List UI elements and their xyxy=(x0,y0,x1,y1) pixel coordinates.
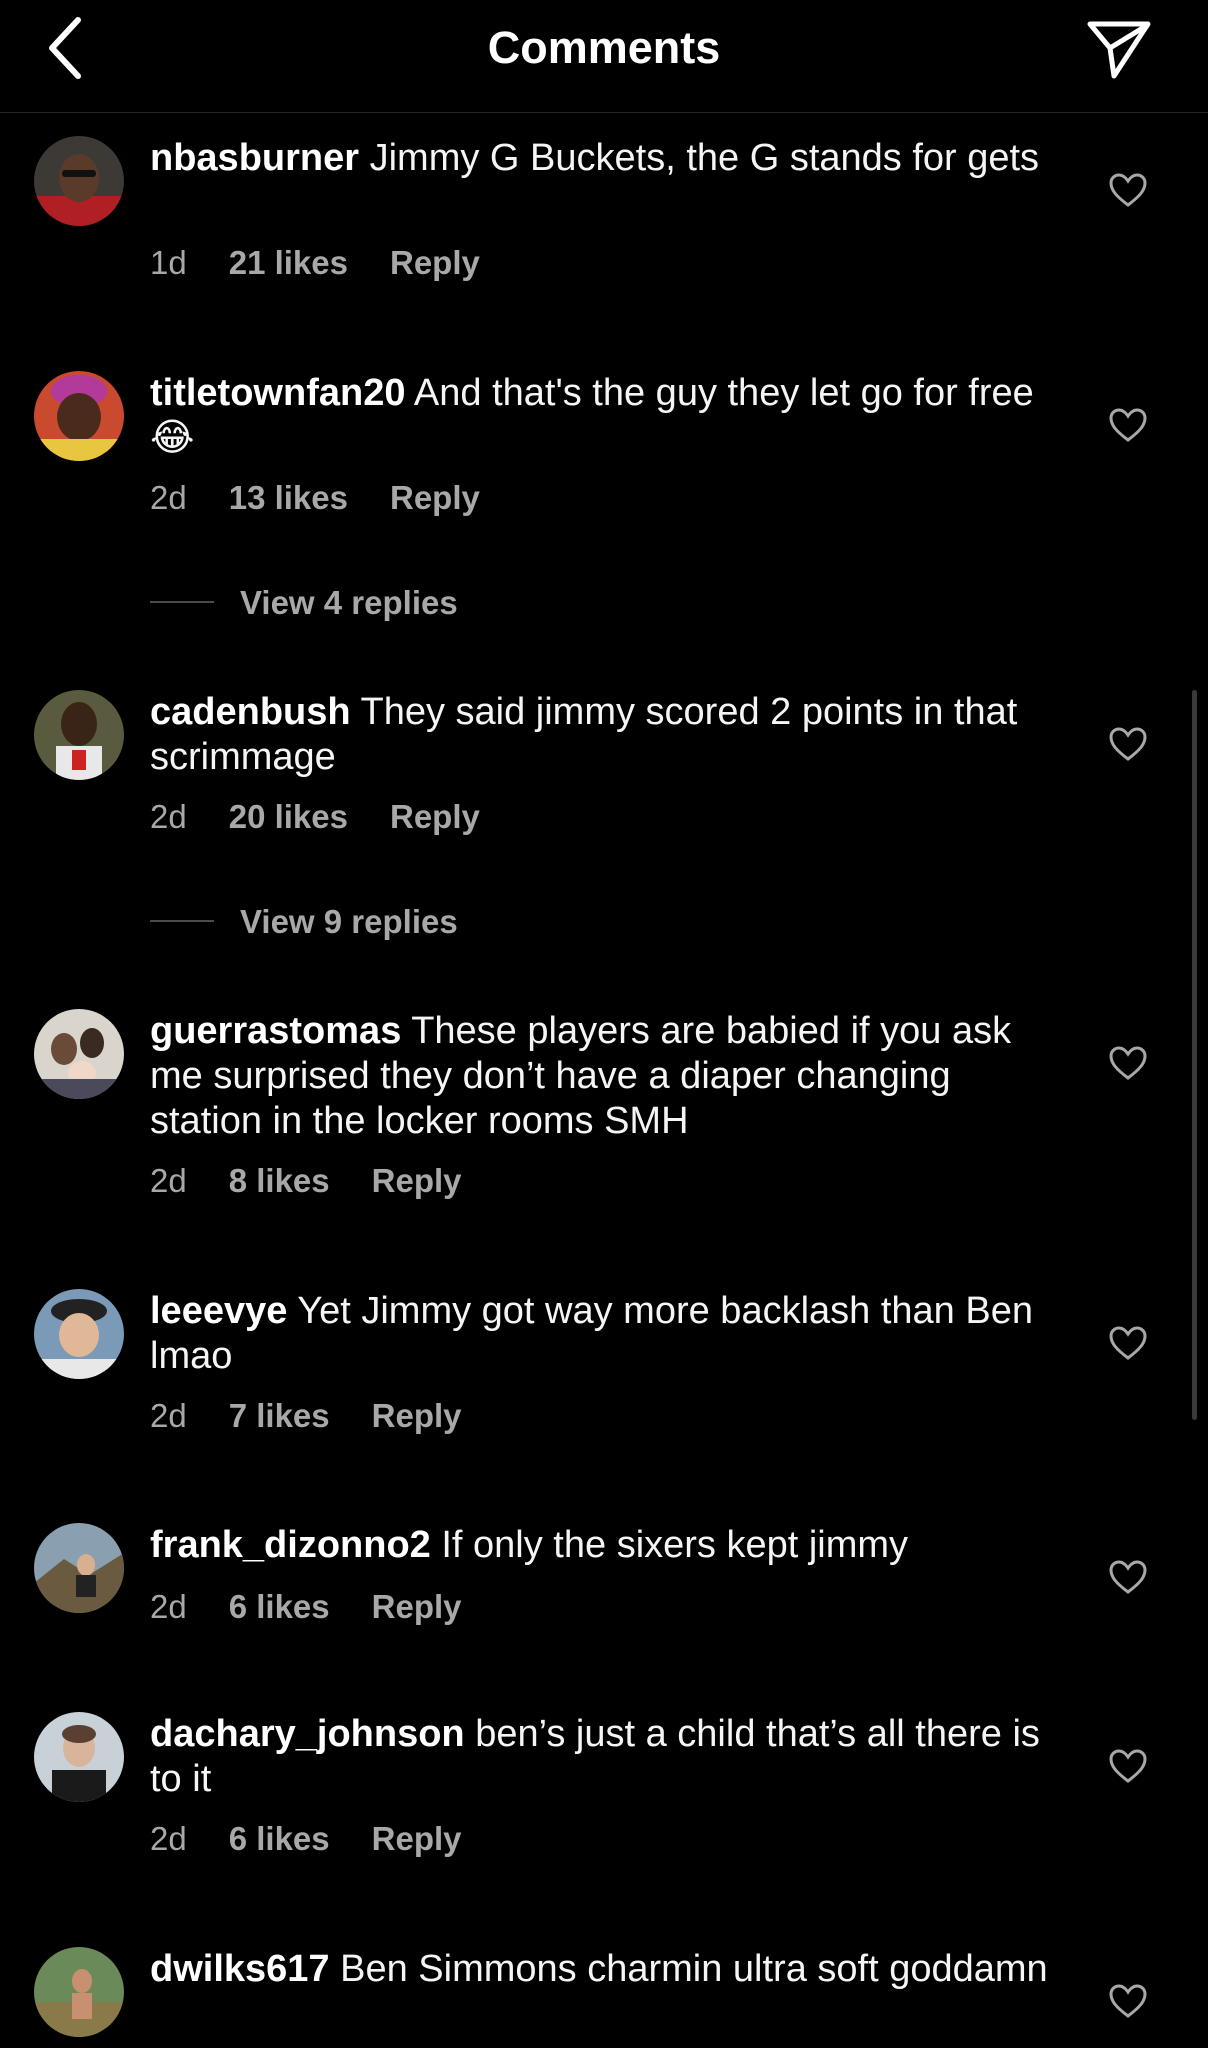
comment-likes[interactable]: 8 likes xyxy=(229,1162,330,1199)
comment-meta: 2d 7 likes Reply xyxy=(150,1397,504,1435)
avatar-image xyxy=(34,690,124,780)
comment-likes[interactable]: 13 likes xyxy=(229,479,348,516)
comment-username[interactable]: nbasburner xyxy=(150,137,359,179)
comment-time: 2d xyxy=(150,1588,187,1625)
comment-meta: 2d 20 likes Reply xyxy=(150,798,522,836)
view-replies-button[interactable]: View 9 replies xyxy=(150,903,458,941)
comment-username[interactable]: guerrastomas xyxy=(150,1010,401,1052)
heart-icon[interactable] xyxy=(1108,726,1148,762)
comment-text: Ben Simmons charmin ultra soft goddamn xyxy=(329,1948,1048,1990)
avatar[interactable] xyxy=(34,1712,124,1802)
comment-time: 2d xyxy=(150,798,187,835)
reply-button[interactable]: Reply xyxy=(390,244,480,281)
view-replies-button[interactable]: View 4 replies xyxy=(150,584,458,622)
comment-username[interactable]: titletownfan20 xyxy=(150,372,405,414)
avatar-image xyxy=(34,1523,124,1613)
avatar[interactable] xyxy=(34,1009,124,1099)
heart-icon[interactable] xyxy=(1108,1325,1148,1361)
heart-icon[interactable] xyxy=(1108,172,1148,208)
comment-meta: 1d 21 likes Reply xyxy=(150,244,522,282)
comment-username[interactable]: cadenbush xyxy=(150,691,351,733)
avatar[interactable] xyxy=(34,1523,124,1613)
header-bar: Comments xyxy=(0,0,1208,113)
avatar-image xyxy=(34,1009,124,1099)
heart-icon[interactable] xyxy=(1108,1559,1148,1595)
avatar[interactable] xyxy=(34,136,124,226)
avatar-image xyxy=(34,371,124,461)
comment-time: 1d xyxy=(150,244,187,281)
avatar[interactable] xyxy=(34,371,124,461)
view-replies-label: View 4 replies xyxy=(240,584,458,621)
comment-meta: 2d 6 likes Reply xyxy=(150,1820,504,1858)
reply-button[interactable]: Reply xyxy=(390,479,480,516)
avatar[interactable] xyxy=(34,690,124,780)
reply-button[interactable]: Reply xyxy=(372,1820,462,1857)
comments-screen: Comments nbasburner Jimmy G Buckets, the… xyxy=(0,0,1208,2048)
comment-likes[interactable]: 6 likes xyxy=(229,1820,330,1857)
heart-icon[interactable] xyxy=(1108,1983,1148,2019)
comment-username[interactable]: frank_dizonno2 xyxy=(150,1524,431,1566)
comment-likes[interactable]: 7 likes xyxy=(229,1397,330,1434)
comment-time: 2d xyxy=(150,479,187,516)
avatar-image xyxy=(34,1289,124,1379)
comment-time: 2d xyxy=(150,1162,187,1199)
scrollbar[interactable] xyxy=(1192,690,1197,1420)
page-title: Comments xyxy=(487,22,721,73)
comment-text: Jimmy G Buckets, the G stands for gets xyxy=(359,137,1040,179)
paper-plane-icon xyxy=(1087,21,1151,79)
comment-username[interactable]: dachary_johnson xyxy=(150,1713,465,1755)
comment-likes[interactable]: 21 likes xyxy=(229,244,348,281)
comment-username[interactable]: leeevye xyxy=(150,1290,287,1332)
reply-button[interactable]: Reply xyxy=(372,1397,462,1434)
comment-meta: 2d 6 likes Reply xyxy=(150,1588,504,1626)
avatar[interactable] xyxy=(34,1289,124,1379)
avatar-image xyxy=(34,1712,124,1802)
avatar-image xyxy=(34,1947,124,2037)
comment-username[interactable]: dwilks617 xyxy=(150,1948,330,1990)
comment-time: 2d xyxy=(150,1397,187,1434)
avatar[interactable] xyxy=(34,1947,124,2037)
replies-divider xyxy=(150,920,214,923)
heart-icon[interactable] xyxy=(1108,1748,1148,1784)
heart-icon[interactable] xyxy=(1108,1045,1148,1081)
reply-button[interactable]: Reply xyxy=(372,1588,462,1625)
heart-icon[interactable] xyxy=(1108,407,1148,443)
comment-meta: 2d 8 likes Reply xyxy=(150,1162,504,1200)
comment-meta: 2d 13 likes Reply xyxy=(150,479,522,517)
share-button[interactable] xyxy=(1084,16,1154,82)
comment-time: 2d xyxy=(150,1820,187,1857)
comment-likes[interactable]: 6 likes xyxy=(229,1588,330,1625)
view-replies-label: View 9 replies xyxy=(240,903,458,940)
comment-likes[interactable]: 20 likes xyxy=(229,798,348,835)
replies-divider xyxy=(150,601,214,604)
avatar-image xyxy=(34,136,124,226)
reply-button[interactable]: Reply xyxy=(372,1162,462,1199)
comment-text: If only the sixers kept jimmy xyxy=(430,1524,909,1566)
reply-button[interactable]: Reply xyxy=(390,798,480,835)
